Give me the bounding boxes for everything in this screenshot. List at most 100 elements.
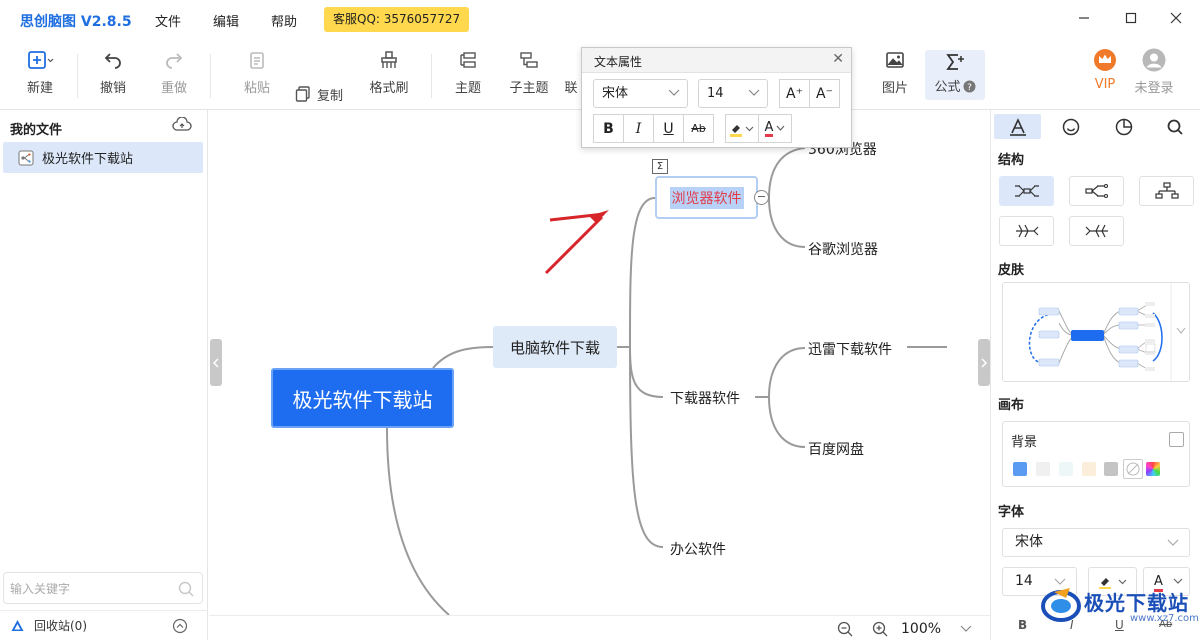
search-input[interactable] <box>10 579 175 599</box>
image-label: 图片 <box>881 81 908 96</box>
panel-font-family-select[interactable]: 宋体 <box>1002 528 1190 557</box>
structure-fishbone-right-button[interactable] <box>999 216 1054 246</box>
bg-swatch-peach[interactable] <box>1082 462 1096 476</box>
formula-marker-icon[interactable]: Σ <box>652 159 668 174</box>
no-color-icon <box>1126 462 1140 476</box>
bg-swatch-none[interactable] <box>1123 459 1143 479</box>
cloud-sync-icon[interactable] <box>172 117 192 133</box>
minimize-button[interactable] <box>1071 6 1097 30</box>
topic-button[interactable]: 主题 <box>442 48 494 102</box>
background-checkbox[interactable] <box>1169 432 1184 447</box>
structure-mindmap-button[interactable] <box>999 176 1054 206</box>
image-button[interactable]: 图片 <box>869 48 921 102</box>
font-size-value: 14 <box>707 86 724 101</box>
zoom-out-icon[interactable] <box>837 621 853 637</box>
right-panel-toggle[interactable] <box>978 339 990 386</box>
popup-close-icon[interactable]: ✕ <box>832 51 844 67</box>
skin-preview[interactable] <box>1002 282 1190 382</box>
login-label: 未登录 <box>1134 81 1174 96</box>
close-icon <box>1170 12 1182 24</box>
tab-emoji[interactable] <box>1047 114 1094 139</box>
mindmap-canvas[interactable]: 极光软件下载站 电脑软件下载 Σ 浏览器软件 − 360浏览器 谷歌浏览器 下载… <box>209 110 990 615</box>
font-color-button[interactable]: A <box>758 114 792 143</box>
vip-crown-icon <box>1094 49 1116 71</box>
italic-button[interactable]: I <box>623 114 654 143</box>
chevron-down-icon <box>668 89 680 96</box>
bg-swatch-mint[interactable] <box>1059 462 1073 476</box>
skin-heading: 皮肤 <box>998 263 1025 278</box>
tab-search[interactable] <box>1151 114 1198 139</box>
collapse-branch-button[interactable]: − <box>754 190 769 205</box>
topic-node-downloader[interactable]: 下载器软件 <box>670 388 740 408</box>
root-topic-node[interactable]: 极光软件下载站 <box>271 368 454 428</box>
topic-node-chrome[interactable]: 谷歌浏览器 <box>808 239 878 259</box>
main-topic-node[interactable]: 电脑软件下载 <box>493 326 617 368</box>
menu-help[interactable]: 帮助 <box>271 11 297 30</box>
undo-button[interactable]: 撤销 <box>87 48 139 102</box>
menu-edit[interactable]: 编辑 <box>213 11 239 30</box>
structure-org-button[interactable] <box>1139 176 1194 206</box>
avatar-icon <box>1142 48 1166 72</box>
decrease-font-button[interactable]: A⁻ <box>809 79 840 108</box>
bg-swatch-custom[interactable] <box>1146 462 1160 476</box>
recycle-label: 回收站(0) <box>34 619 87 633</box>
bg-swatch-refresh[interactable] <box>1013 462 1027 476</box>
format-brush-button[interactable]: 格式刷 <box>362 48 416 102</box>
structure-mindmap-icon <box>1014 185 1039 197</box>
redo-button[interactable]: 重做 <box>148 48 200 102</box>
strikethrough-button[interactable]: Ab <box>683 114 714 143</box>
tab-theme[interactable] <box>1100 114 1147 139</box>
increase-font-button[interactable]: A⁺ <box>779 79 810 108</box>
support-qq-badge[interactable]: 客服QQ: 3576057727 <box>324 7 470 32</box>
style-icon <box>1009 117 1026 136</box>
formula-icon <box>946 54 964 70</box>
bg-swatch-gray[interactable] <box>1036 462 1050 476</box>
subtopic-button[interactable]: 子主题 <box>503 48 555 102</box>
font-family-select[interactable]: 宋体 <box>593 79 688 108</box>
highlight-color-button[interactable] <box>725 114 759 143</box>
underline-button[interactable]: U <box>653 114 684 143</box>
tab-style[interactable] <box>994 114 1041 139</box>
topic-node-baidu-pan[interactable]: 百度网盘 <box>808 439 864 459</box>
font-family-value: 宋体 <box>602 86 629 101</box>
copy-button[interactable]: 复制 <box>295 83 343 105</box>
undo-icon <box>104 53 121 69</box>
chevron-down-icon[interactable] <box>960 625 972 633</box>
maximize-icon <box>1125 12 1137 24</box>
bg-swatch-silver[interactable] <box>1104 462 1118 476</box>
help-icon[interactable]: ? <box>963 80 976 93</box>
chevron-down-icon <box>777 125 785 131</box>
zoom-level[interactable]: 100% <box>901 621 941 637</box>
toolbar-divider <box>431 54 432 98</box>
watermark-text: 极光下载站 <box>1084 591 1189 615</box>
selected-topic-text[interactable]: 浏览器软件 <box>669 186 744 209</box>
topic-node-office[interactable]: 办公软件 <box>670 539 726 559</box>
formula-button[interactable]: 公式? <box>925 50 985 100</box>
topic-node-thunder[interactable]: 迅雷下载软件 <box>808 339 892 359</box>
left-panel-toggle[interactable] <box>210 339 222 386</box>
close-window-button[interactable] <box>1163 6 1189 30</box>
bold-button[interactable]: B <box>593 114 624 143</box>
undo-label: 撤销 <box>99 81 126 96</box>
panel-bold-button[interactable]: B <box>1018 618 1027 632</box>
skin-thumbnail <box>1028 283 1186 381</box>
zoom-in-icon[interactable] <box>872 621 888 637</box>
new-button[interactable]: 新建 <box>14 48 66 102</box>
vip-button[interactable]: VIP <box>1079 48 1131 102</box>
file-item[interactable]: 极光软件下载站 <box>3 142 203 173</box>
menu-file[interactable]: 文件 <box>155 11 181 30</box>
font-size-select[interactable]: 14 <box>698 79 768 108</box>
login-button[interactable]: 未登录 <box>1128 48 1180 102</box>
selected-topic-node[interactable]: 浏览器软件 <box>655 176 758 219</box>
structure-fishbone-left-button[interactable] <box>1069 216 1124 246</box>
popup-title: 文本属性 <box>594 55 643 69</box>
search-icon[interactable] <box>178 581 194 597</box>
paste-button[interactable]: 粘贴 <box>231 48 283 102</box>
recycle-bin-bar[interactable]: 回收站(0) <box>0 610 208 640</box>
hidden-toolbar-button[interactable]: 联 <box>562 48 580 102</box>
svg-text:?: ? <box>967 83 972 93</box>
toolbar-divider <box>210 54 211 98</box>
structure-right-button[interactable] <box>1069 176 1124 206</box>
collapse-up-icon[interactable] <box>172 618 188 634</box>
maximize-button[interactable] <box>1118 6 1144 30</box>
